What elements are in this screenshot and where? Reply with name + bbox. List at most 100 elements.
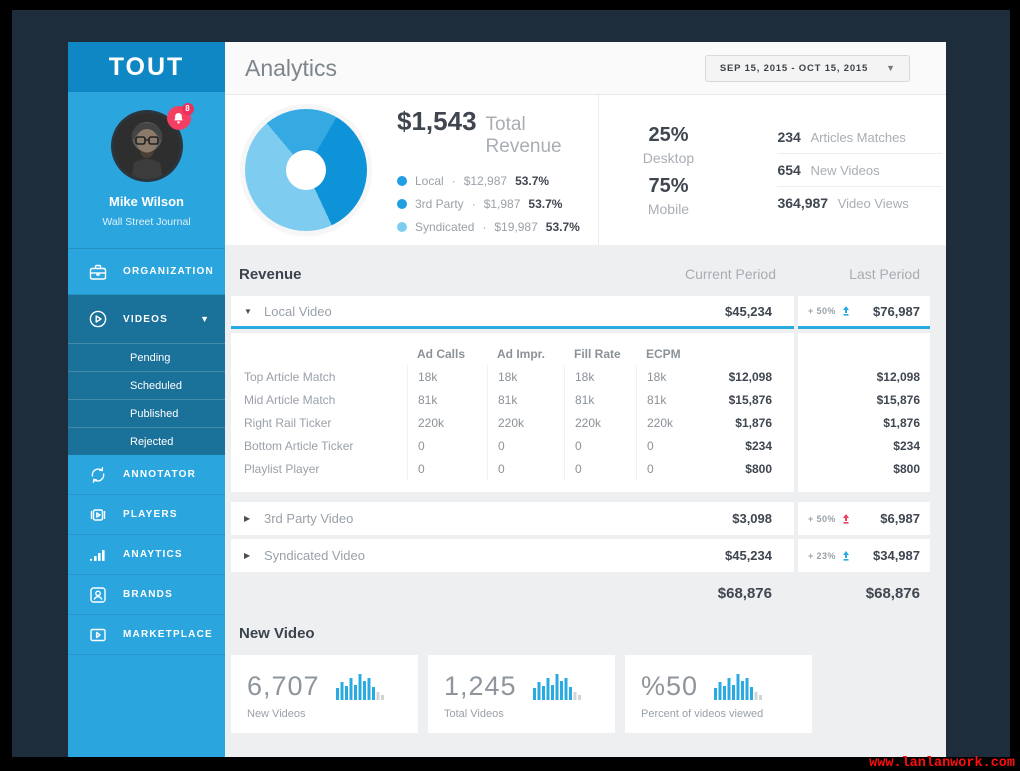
- sidebar-item-videos[interactable]: VIDEOS ▼: [68, 295, 225, 343]
- change-pct: + 50%: [808, 306, 836, 316]
- sidebar-item-label: VIDEOS: [123, 313, 168, 325]
- desktop-background: TOUT 8 Mike Wilson Wall Street Journal O…: [12, 10, 1010, 757]
- player-icon: [90, 508, 106, 521]
- revenue-row-last: $76,987: [873, 303, 920, 319]
- current-period-label: Current Period: [684, 266, 776, 282]
- col-header-ecpm: ECPM: [646, 346, 681, 361]
- sidebar-subitem-pending[interactable]: Pending: [68, 343, 225, 371]
- page-title: Analytics: [245, 54, 338, 81]
- sidebar-item-analytics[interactable]: ANAYTICS: [68, 535, 225, 575]
- legend-separator: ·: [471, 197, 476, 211]
- revenue-row-current: $45,234: [725, 548, 772, 563]
- metric-card-total-videos: 1,245 Total Videos: [428, 655, 615, 733]
- detail-cell: 18k: [407, 365, 487, 388]
- detail-cell: 81k: [487, 388, 564, 411]
- person-card-icon: [90, 586, 106, 603]
- detail-last-amount: $800: [893, 461, 920, 476]
- detail-cell: 220k: [407, 411, 487, 434]
- metric-label: New Videos: [247, 707, 306, 720]
- bell-icon: [174, 113, 183, 124]
- detail-cell: 0: [636, 457, 686, 480]
- detail-row-label: Playlist Player: [244, 461, 320, 476]
- sidebar-item-players[interactable]: PLAYERS: [68, 495, 225, 535]
- desktop-share: 25% Desktop: [633, 124, 703, 166]
- revenue-row-toggle[interactable]: ▼ Local Video $45,234: [231, 296, 794, 329]
- legend-pct: 53.7%: [528, 197, 563, 211]
- revenue-row-last-period: + 50% $76,987: [798, 296, 930, 329]
- stat-value: 364,987: [777, 195, 829, 211]
- legend-name: Syndicated: [415, 220, 475, 234]
- date-range-selector[interactable]: SEP 15, 2015 - OCT 15, 2015 ▼: [704, 54, 910, 82]
- stat-label: Video Views: [837, 196, 909, 211]
- sidebar-item-annotator[interactable]: ANNOTATOR: [68, 455, 225, 495]
- total-current-period: $68,876: [717, 584, 772, 602]
- revenue-row-toggle[interactable]: ▶ 3rd Party Video $3,098: [231, 502, 794, 535]
- sidebar-item-label: PLAYERS: [123, 509, 178, 520]
- metric-value: 6,707: [247, 670, 320, 701]
- summary-band: $1,543 Total Revenue Local · $12,987 53.…: [225, 95, 946, 245]
- legend-item-3rd-party: 3rd Party · $1,987 53.7%: [397, 197, 598, 211]
- sidebar-item-label: MARKETPLACE: [123, 629, 213, 640]
- revenue-row-last-period: + 50% $6,987: [798, 502, 930, 535]
- legend-amount: $1,987: [483, 197, 521, 211]
- profile-section: 8 Mike Wilson Wall Street Journal: [68, 92, 225, 248]
- revenue-row-current: $45,234: [725, 303, 772, 319]
- sidebar-subitem-scheduled[interactable]: Scheduled: [68, 371, 225, 399]
- watermark: www.lanlanwork.com: [869, 756, 1015, 771]
- videos-nav-group: VIDEOS ▼ Pending Scheduled Published Rej…: [68, 295, 225, 455]
- detail-last-amount: $1,876: [883, 415, 920, 430]
- legend-separator: ·: [451, 174, 456, 188]
- legend-item-local: Local · $12,987 53.7%: [397, 174, 598, 188]
- detail-cell: 81k: [564, 388, 636, 411]
- notification-badge[interactable]: 8: [166, 103, 194, 130]
- trend-up-icon: [842, 550, 849, 561]
- stat-value: 654: [777, 162, 801, 178]
- date-range-value: SEP 15, 2015 - OCT 15, 2015: [719, 62, 869, 74]
- detail-cell: 81k: [636, 388, 686, 411]
- desktop-share-label: Desktop: [642, 149, 695, 166]
- legend-name: Local: [415, 174, 444, 188]
- detail-last-period-column: $12,098 $15,876 $1,876 $234 $800: [798, 333, 930, 492]
- revenue-row-label: Local Video: [264, 303, 332, 319]
- bar-chart-icon: [89, 549, 105, 561]
- sidebar-item-organization[interactable]: ORGANIZATION: [68, 248, 225, 295]
- metric-label: Percent of videos viewed: [641, 707, 764, 720]
- revenue-donut-chart: [245, 109, 367, 231]
- caret-down-icon: ▼: [244, 306, 252, 316]
- mobile-share-value: 75%: [648, 174, 689, 197]
- revenue-row-toggle[interactable]: ▶ Syndicated Video $45,234: [231, 539, 794, 572]
- metric-value: 1,245: [444, 670, 517, 701]
- trend-up-icon: [842, 306, 849, 316]
- detail-cell: 0: [636, 434, 686, 457]
- caret-right-icon: ▶: [244, 551, 251, 560]
- detail-last-amount: $234: [893, 438, 920, 453]
- detail-cell: 0: [407, 457, 487, 480]
- sidebar-item-brands[interactable]: BRANDS: [68, 575, 225, 615]
- main-content: Analytics SEP 15, 2015 - OCT 15, 2015 ▼ …: [225, 42, 946, 757]
- mobile-share: 75% Mobile: [633, 175, 703, 217]
- revenue-summary: $1,543 Total Revenue Local · $12,987 53.…: [225, 95, 600, 245]
- new-video-section-header: New Video: [231, 620, 930, 646]
- legend-dot: [397, 199, 407, 209]
- detail-cell: 18k: [564, 365, 636, 388]
- detail-row-amount: $1,876: [735, 415, 772, 430]
- sidebar-item-marketplace[interactable]: MARKETPLACE: [68, 615, 225, 655]
- detail-row-label: Right Rail Ticker: [244, 415, 332, 430]
- total-revenue-value: $1,543: [397, 106, 477, 136]
- detail-cell: 0: [564, 434, 636, 457]
- change-pct: + 23%: [808, 550, 836, 561]
- scroll-content[interactable]: Revenue Current Period Last Period ▼ Loc…: [225, 245, 946, 757]
- col-header-ad-impr: Ad Impr.: [497, 346, 546, 361]
- stat-video-views: 364,987 Video Views: [777, 187, 942, 219]
- chevron-down-icon: ▼: [200, 314, 209, 324]
- detail-cell: 0: [407, 434, 487, 457]
- col-header-fill-rate: Fill Rate: [574, 346, 621, 361]
- sidebar-subitem-rejected[interactable]: Rejected: [68, 427, 225, 455]
- tout-logo[interactable]: TOUT: [109, 53, 185, 82]
- legend-separator: ·: [482, 220, 487, 234]
- mini-bar-chart-icon: [335, 674, 384, 700]
- legend-dot: [397, 176, 407, 186]
- badge-count: 8: [181, 103, 194, 115]
- metric-label: Total Videos: [444, 707, 504, 720]
- sidebar-subitem-published[interactable]: Published: [68, 399, 225, 427]
